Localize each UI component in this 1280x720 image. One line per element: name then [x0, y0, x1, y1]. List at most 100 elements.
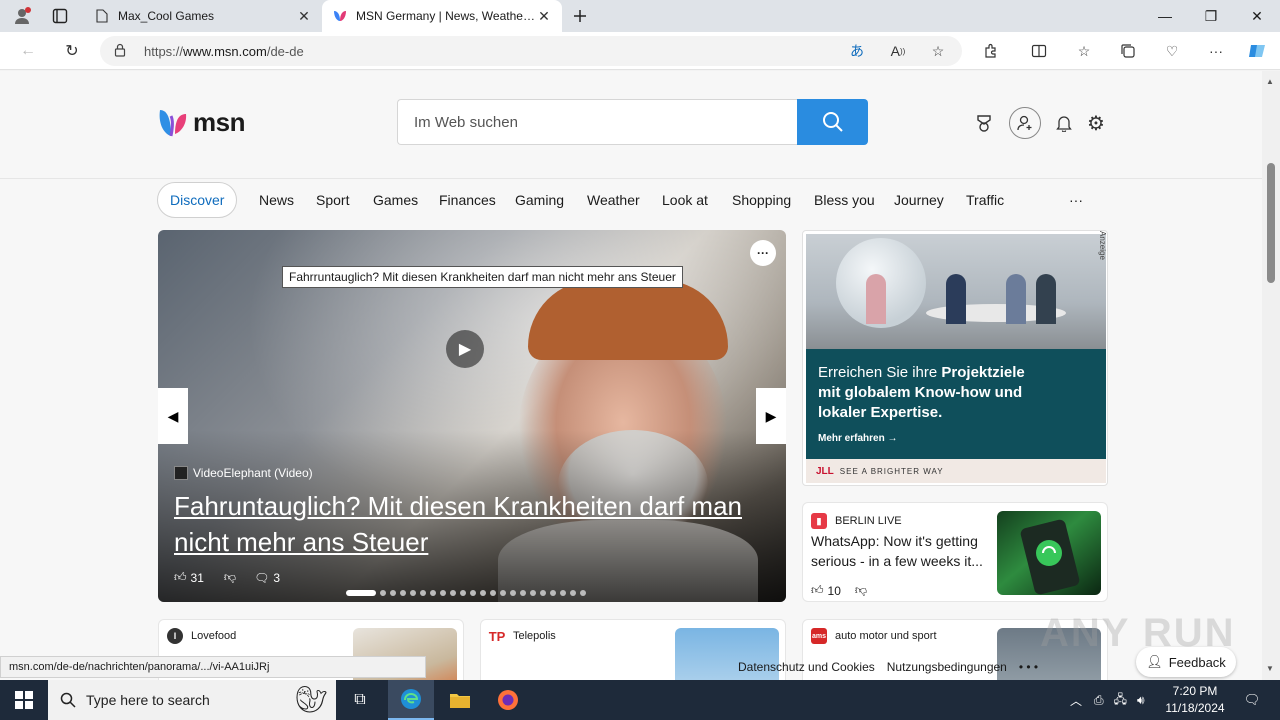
split-screen-icon[interactable] [1028, 40, 1050, 62]
category-games[interactable]: Games [373, 182, 418, 218]
carousel-dot[interactable] [420, 590, 426, 596]
news-card[interactable]: ▮ BERLIN LIVE WhatsApp: Now it's getting… [802, 502, 1108, 602]
comment-icon[interactable]: 🗨︎ [254, 571, 269, 585]
carousel-dot[interactable] [380, 590, 386, 596]
carousel-dot[interactable] [390, 590, 396, 596]
card-title[interactable]: WhatsApp: Now it's getting serious - in … [811, 531, 991, 571]
edge-taskbar-icon[interactable] [388, 680, 434, 720]
notifications-bell-icon[interactable] [1050, 109, 1078, 137]
windows-start-icon[interactable] [0, 680, 48, 720]
page-scrollbar[interactable]: ▲ ▼ [1262, 71, 1280, 681]
profile-icon[interactable] [12, 6, 32, 26]
category-look-at[interactable]: Look at [662, 182, 708, 218]
privacy-link[interactable]: Datenschutz und Cookies [738, 660, 875, 674]
category-shopping[interactable]: Shopping [732, 182, 791, 218]
close-tab-icon[interactable]: ✕ [536, 8, 552, 25]
lock-icon[interactable] [114, 43, 144, 60]
ad-card[interactable]: Erreichen Sie ihre Projektziele mit glob… [802, 230, 1108, 486]
category-journey[interactable]: Journey [894, 182, 944, 218]
network-icon[interactable]: 🖧︎ [1114, 690, 1127, 711]
carousel-dot[interactable] [410, 590, 416, 596]
tab-max-cool-games[interactable]: Max_Cool Games ✕ [84, 0, 322, 32]
carousel-dot[interactable] [346, 590, 376, 596]
carousel-dot[interactable] [440, 590, 446, 596]
carousel-dot[interactable] [450, 590, 456, 596]
like-icon[interactable]: 👍︎ [811, 583, 824, 598]
carousel-dot[interactable] [530, 590, 536, 596]
carousel-dot[interactable] [510, 590, 516, 596]
category-weather[interactable]: Weather [587, 182, 640, 218]
close-window-icon[interactable]: ✕ [1234, 0, 1280, 32]
favorite-star-icon[interactable]: ☆ [927, 40, 949, 62]
like-icon[interactable]: 👍︎ [174, 570, 187, 585]
firefox-icon[interactable] [486, 680, 530, 720]
close-tab-icon[interactable]: ✕ [296, 8, 312, 25]
rewards-icon[interactable] [970, 109, 998, 137]
taskbar-search-input[interactable]: Type here to search 🦭︎ [48, 680, 336, 720]
carousel-dot[interactable] [430, 590, 436, 596]
more-categories-icon[interactable]: ··· [1069, 182, 1083, 218]
hero-carousel[interactable]: Fahrruntauglich? Mit diesen Krankheiten … [158, 230, 786, 602]
carousel-dot[interactable] [470, 590, 476, 596]
scroll-down-icon[interactable]: ▼ [1266, 664, 1274, 673]
new-tab-icon[interactable] [570, 6, 590, 26]
carousel-dot[interactable] [400, 590, 406, 596]
carousel-dot[interactable] [490, 590, 496, 596]
dislike-icon[interactable]: 👎︎ [855, 583, 867, 598]
carousel-dot[interactable] [480, 590, 486, 596]
carousel-dot[interactable] [540, 590, 546, 596]
ad-cta-link[interactable]: Mehr erfahren → [818, 433, 1094, 444]
browser-essentials-icon[interactable]: ♡ [1161, 40, 1183, 62]
restore-icon[interactable]: ❐ [1188, 0, 1234, 32]
web-search-input[interactable]: Im Web suchen [397, 99, 797, 145]
refresh-icon[interactable]: ↻ [58, 39, 86, 63]
account-icon[interactable] [1009, 107, 1041, 139]
dislike-icon[interactable]: 👎︎ [224, 570, 236, 585]
more-options-icon[interactable]: ··· [750, 240, 776, 266]
feedback-button[interactable]: 👤︎ Feedback [1136, 647, 1236, 677]
category-sport[interactable]: Sport [316, 182, 349, 218]
category-bless-you[interactable]: Bless you [814, 182, 875, 218]
tray-app-icon[interactable]: ⎙ [1094, 693, 1104, 708]
notification-center-icon[interactable]: 🗨︎ [1232, 680, 1272, 720]
copilot-icon[interactable] [1246, 40, 1268, 62]
translate-icon[interactable]: あ [846, 40, 868, 62]
carousel-dot[interactable] [570, 590, 576, 596]
category-traffic[interactable]: Traffic [966, 182, 1004, 218]
read-aloud-icon[interactable]: A)) [887, 40, 909, 62]
file-explorer-icon[interactable] [438, 680, 482, 720]
favorites-icon[interactable]: ☆ [1073, 40, 1095, 62]
tab-msn-germany[interactable]: MSN Germany | News, Weather, S ✕ [322, 0, 562, 32]
hero-headline[interactable]: Fahruntauglich? Mit diesen Krankheiten d… [174, 488, 764, 560]
tab-actions-icon[interactable] [50, 6, 70, 26]
settings-more-icon[interactable]: ··· [1205, 40, 1227, 62]
footer-more-icon[interactable]: • • • [1019, 660, 1038, 674]
settings-gear-icon[interactable]: ⚙ [1082, 109, 1110, 137]
carousel-next-button[interactable]: ▶ [756, 388, 786, 444]
category-gaming[interactable]: Gaming [515, 182, 564, 218]
carousel-dot[interactable] [500, 590, 506, 596]
task-view-icon[interactable]: ⧉ [340, 680, 380, 720]
tray-chevron-icon[interactable]: ︿ [1070, 692, 1082, 709]
volume-icon[interactable]: 🔊︎ [1137, 693, 1145, 708]
address-bar[interactable]: https://www.msn.com/de-de [100, 36, 962, 66]
scroll-up-icon[interactable]: ▲ [1266, 77, 1274, 86]
collections-icon[interactable] [1117, 40, 1139, 62]
search-button[interactable] [797, 99, 868, 145]
category-discover[interactable]: Discover [157, 182, 238, 218]
carousel-dot[interactable] [460, 590, 466, 596]
scrollbar-thumb[interactable] [1267, 163, 1275, 283]
taskbar-clock[interactable]: 7:20 PM 11/18/2024 [1160, 683, 1230, 717]
back-icon[interactable]: ← [14, 39, 42, 63]
category-finances[interactable]: Finances [439, 182, 496, 218]
carousel-dot[interactable] [520, 590, 526, 596]
carousel-dot[interactable] [550, 590, 556, 596]
terms-link[interactable]: Nutzungsbedingungen [887, 660, 1007, 674]
msn-logo[interactable]: msn [157, 107, 245, 138]
carousel-prev-button[interactable]: ◀ [158, 388, 188, 444]
play-icon[interactable]: ▶ [446, 330, 484, 368]
category-news[interactable]: News [259, 182, 294, 218]
extensions-icon[interactable] [980, 40, 1002, 62]
carousel-dot[interactable] [580, 590, 586, 596]
minimize-icon[interactable]: — [1142, 0, 1188, 32]
